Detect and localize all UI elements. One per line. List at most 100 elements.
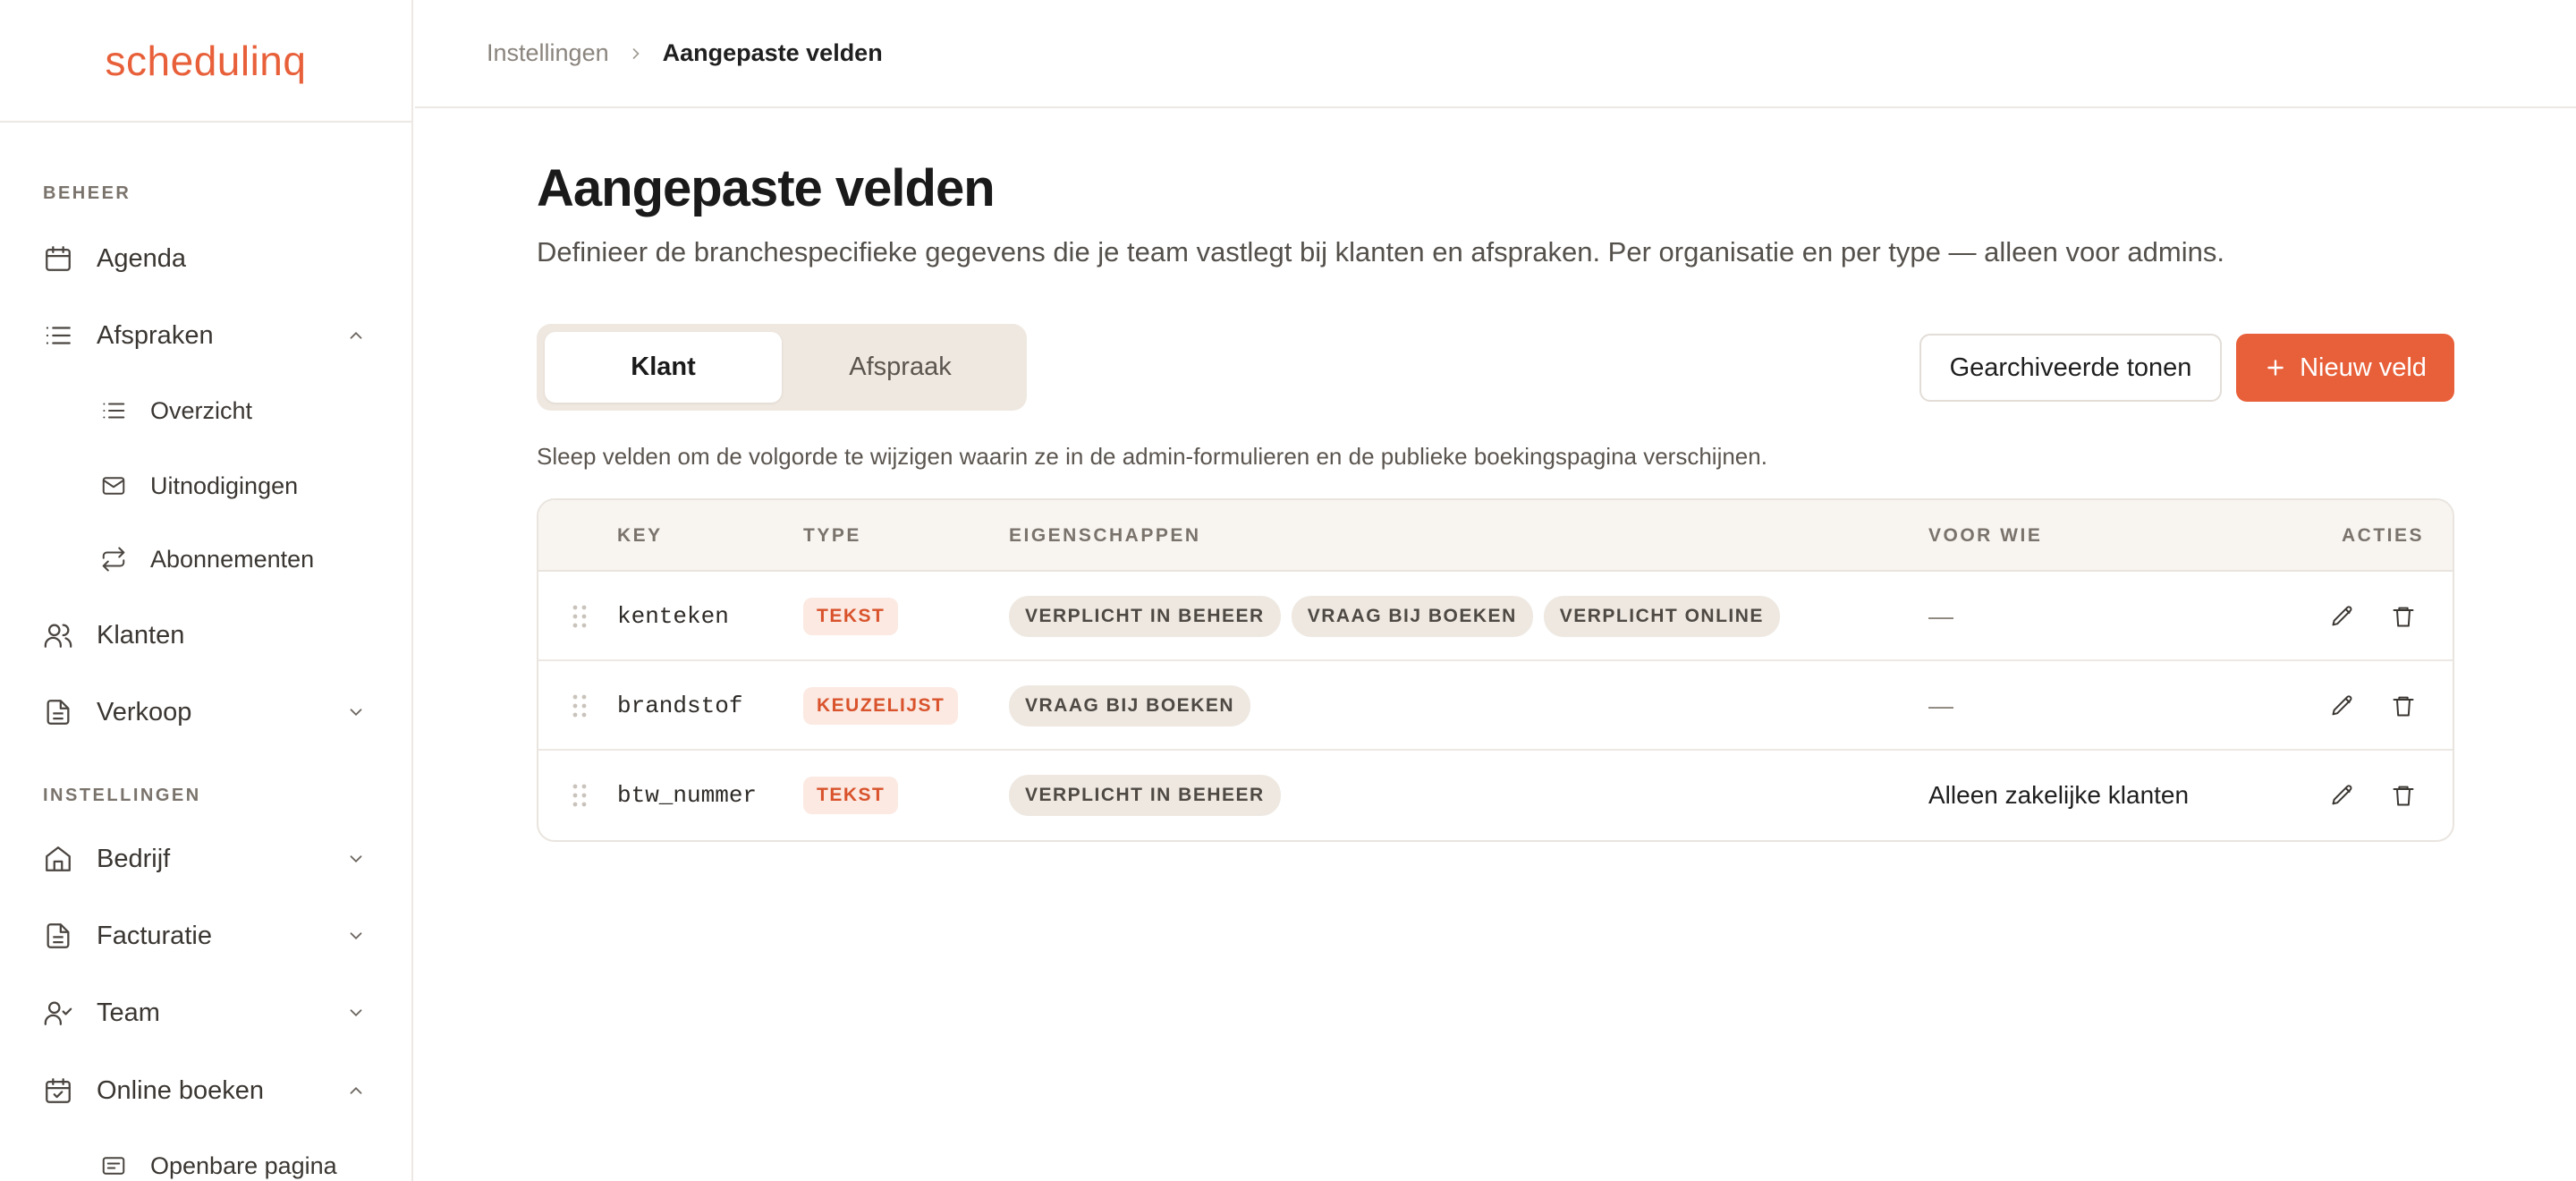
field-properties: VERPLICHT IN BEHEER — [1009, 751, 1281, 840]
breadcrumb-current: Aangepaste velden — [662, 39, 883, 66]
field-key: kenteken — [617, 603, 729, 630]
edit-pencil-icon[interactable] — [2327, 601, 2358, 632]
plus-icon — [2264, 356, 2287, 379]
sidebar-item-label: Openbare pagina — [150, 1151, 337, 1179]
list-icon — [97, 394, 131, 428]
delete-trash-icon[interactable] — [2388, 691, 2419, 721]
delete-trash-icon[interactable] — [2388, 601, 2419, 632]
edit-pencil-icon[interactable] — [2327, 691, 2358, 721]
sidebar-item-online-boeken[interactable]: Online boeken — [41, 1066, 369, 1116]
sidebar-item-overzicht[interactable]: Overzicht — [97, 386, 369, 436]
calendar-check-icon — [41, 1074, 75, 1108]
sidebar-item-label: Team — [97, 998, 160, 1027]
drag-handle-icon[interactable] — [571, 661, 589, 751]
column-header-type: TYPE — [803, 525, 861, 546]
sidebar-item-team[interactable]: Team — [41, 988, 369, 1038]
sidebar-item-label: Verkoop — [97, 697, 192, 726]
sidebar-item-label: Uitnodigingen — [150, 472, 299, 499]
table-row: kenteken TEKST VERPLICHT IN BEHEER VRAAG… — [538, 572, 2453, 661]
calendar-icon — [41, 242, 75, 276]
sidebar-item-facturatie[interactable]: Facturatie — [41, 911, 369, 961]
new-field-button[interactable]: Nieuw veld — [2236, 334, 2454, 402]
field-type-label: TEKST — [803, 777, 899, 814]
property-chip: VERPLICHT ONLINE — [1543, 596, 1780, 637]
sidebar: schedulinq BEHEER Agenda Afspraken Overz… — [0, 0, 413, 1181]
delete-trash-icon[interactable] — [2388, 780, 2419, 811]
sidebar-item-label: Afspraken — [97, 320, 214, 350]
row-actions — [2327, 572, 2419, 661]
field-type-badge: TEKST — [803, 751, 899, 840]
chevron-up-icon[interactable] — [343, 1078, 369, 1103]
drag-handle-icon[interactable] — [571, 572, 589, 661]
sidebar-item-bedrijf[interactable]: Bedrijf — [41, 834, 369, 884]
page-description: Definieer de branchespecifieke gegevens … — [537, 236, 2224, 268]
repeat-icon — [97, 542, 131, 576]
property-chip: VERPLICHT IN BEHEER — [1009, 596, 1281, 637]
chevron-up-icon[interactable] — [343, 323, 369, 348]
logo-area: schedulinq — [0, 0, 411, 123]
field-properties: VERPLICHT IN BEHEER VRAAG BIJ BOEKEN VER… — [1009, 572, 1780, 661]
reorder-hint: Sleep velden om de volgorde te wijzigen … — [537, 443, 1767, 470]
chevron-down-icon[interactable] — [343, 846, 369, 871]
chevron-right-icon — [627, 45, 645, 63]
sidebar-item-label: Abonnementen — [150, 545, 315, 573]
property-chip: VRAAG BIJ BOEKEN — [1291, 596, 1533, 637]
sidebar-item-agenda[interactable]: Agenda — [41, 234, 369, 284]
chevron-down-icon[interactable] — [343, 923, 369, 948]
app-logo[interactable]: schedulinq — [106, 37, 307, 85]
property-chip: VERPLICHT IN BEHEER — [1009, 775, 1281, 816]
column-header-audience: VOOR WIE — [1928, 525, 2043, 546]
sidebar-item-abonnementen[interactable]: Abonnementen — [97, 534, 369, 584]
tab-klant[interactable]: Klant — [545, 332, 782, 403]
home-icon — [41, 842, 75, 876]
table-row: brandstof KEUZELIJST VRAAG BIJ BOEKEN — — [538, 661, 2453, 751]
users-icon — [41, 618, 75, 652]
sidebar-item-label: Overzicht — [150, 396, 253, 424]
sidebar-item-label: Agenda — [97, 243, 186, 273]
field-type-badge: KEUZELIJST — [803, 661, 959, 751]
chevron-down-icon[interactable] — [343, 700, 369, 725]
chevron-down-icon[interactable] — [343, 1000, 369, 1025]
sidebar-item-afspraken[interactable]: Afspraken — [41, 310, 369, 361]
sidebar-item-openbare-pagina[interactable]: Openbare pagina — [97, 1141, 369, 1181]
field-type-label: KEUZELIJST — [803, 687, 959, 725]
show-archived-button[interactable]: Gearchiveerde tonen — [1919, 334, 2222, 402]
nav-section-beheer: BEHEER — [43, 183, 131, 203]
column-header-actions: ACTIES — [2341, 525, 2424, 546]
sidebar-item-label: Facturatie — [97, 921, 212, 950]
breadcrumb: Instellingen Aangepaste velden — [415, 0, 2576, 108]
document-icon — [41, 919, 75, 953]
field-key: btw_nummer — [617, 782, 758, 809]
new-field-label: Nieuw veld — [2300, 353, 2427, 382]
column-header-key: KEY — [617, 525, 663, 546]
field-audience: — — [1928, 602, 1953, 630]
list-icon — [41, 319, 75, 353]
sidebar-item-verkoop[interactable]: Verkoop — [41, 687, 369, 737]
mail-icon — [97, 469, 131, 503]
field-audience: — — [1928, 692, 1953, 719]
column-header-properties: EIGENSCHAPPEN — [1009, 525, 1201, 546]
sidebar-item-label: Bedrijf — [97, 844, 171, 873]
field-audience: Alleen zakelijke klanten — [1928, 781, 2190, 809]
nav-section-instellingen: INSTELLINGEN — [43, 786, 201, 805]
row-actions — [2327, 751, 2419, 840]
sidebar-item-klanten[interactable]: Klanten — [41, 610, 369, 660]
sidebar-item-label: Online boeken — [97, 1075, 265, 1105]
field-properties: VRAAG BIJ BOEKEN — [1009, 661, 1251, 751]
user-check-icon — [41, 996, 75, 1030]
property-chip: VRAAG BIJ BOEKEN — [1009, 685, 1251, 726]
breadcrumb-parent-link[interactable]: Instellingen — [487, 39, 609, 67]
edit-pencil-icon[interactable] — [2327, 780, 2358, 811]
table-row: btw_nummer TEKST VERPLICHT IN BEHEER All… — [538, 751, 2453, 840]
document-icon — [41, 695, 75, 729]
drag-handle-icon[interactable] — [571, 751, 589, 840]
sidebar-item-uitnodigingen[interactable]: Uitnodigingen — [97, 461, 369, 511]
row-actions — [2327, 661, 2419, 751]
field-type-label: TEKST — [803, 598, 899, 635]
entity-type-toggle: Klant Afspraak — [537, 324, 1027, 411]
field-type-badge: TEKST — [803, 572, 899, 661]
table-header: KEY TYPE EIGENSCHAPPEN VOOR WIE ACTIES — [538, 500, 2453, 572]
tab-afspraak[interactable]: Afspraak — [782, 332, 1019, 403]
field-key: brandstof — [617, 692, 743, 719]
page-title: Aangepaste velden — [537, 159, 996, 217]
